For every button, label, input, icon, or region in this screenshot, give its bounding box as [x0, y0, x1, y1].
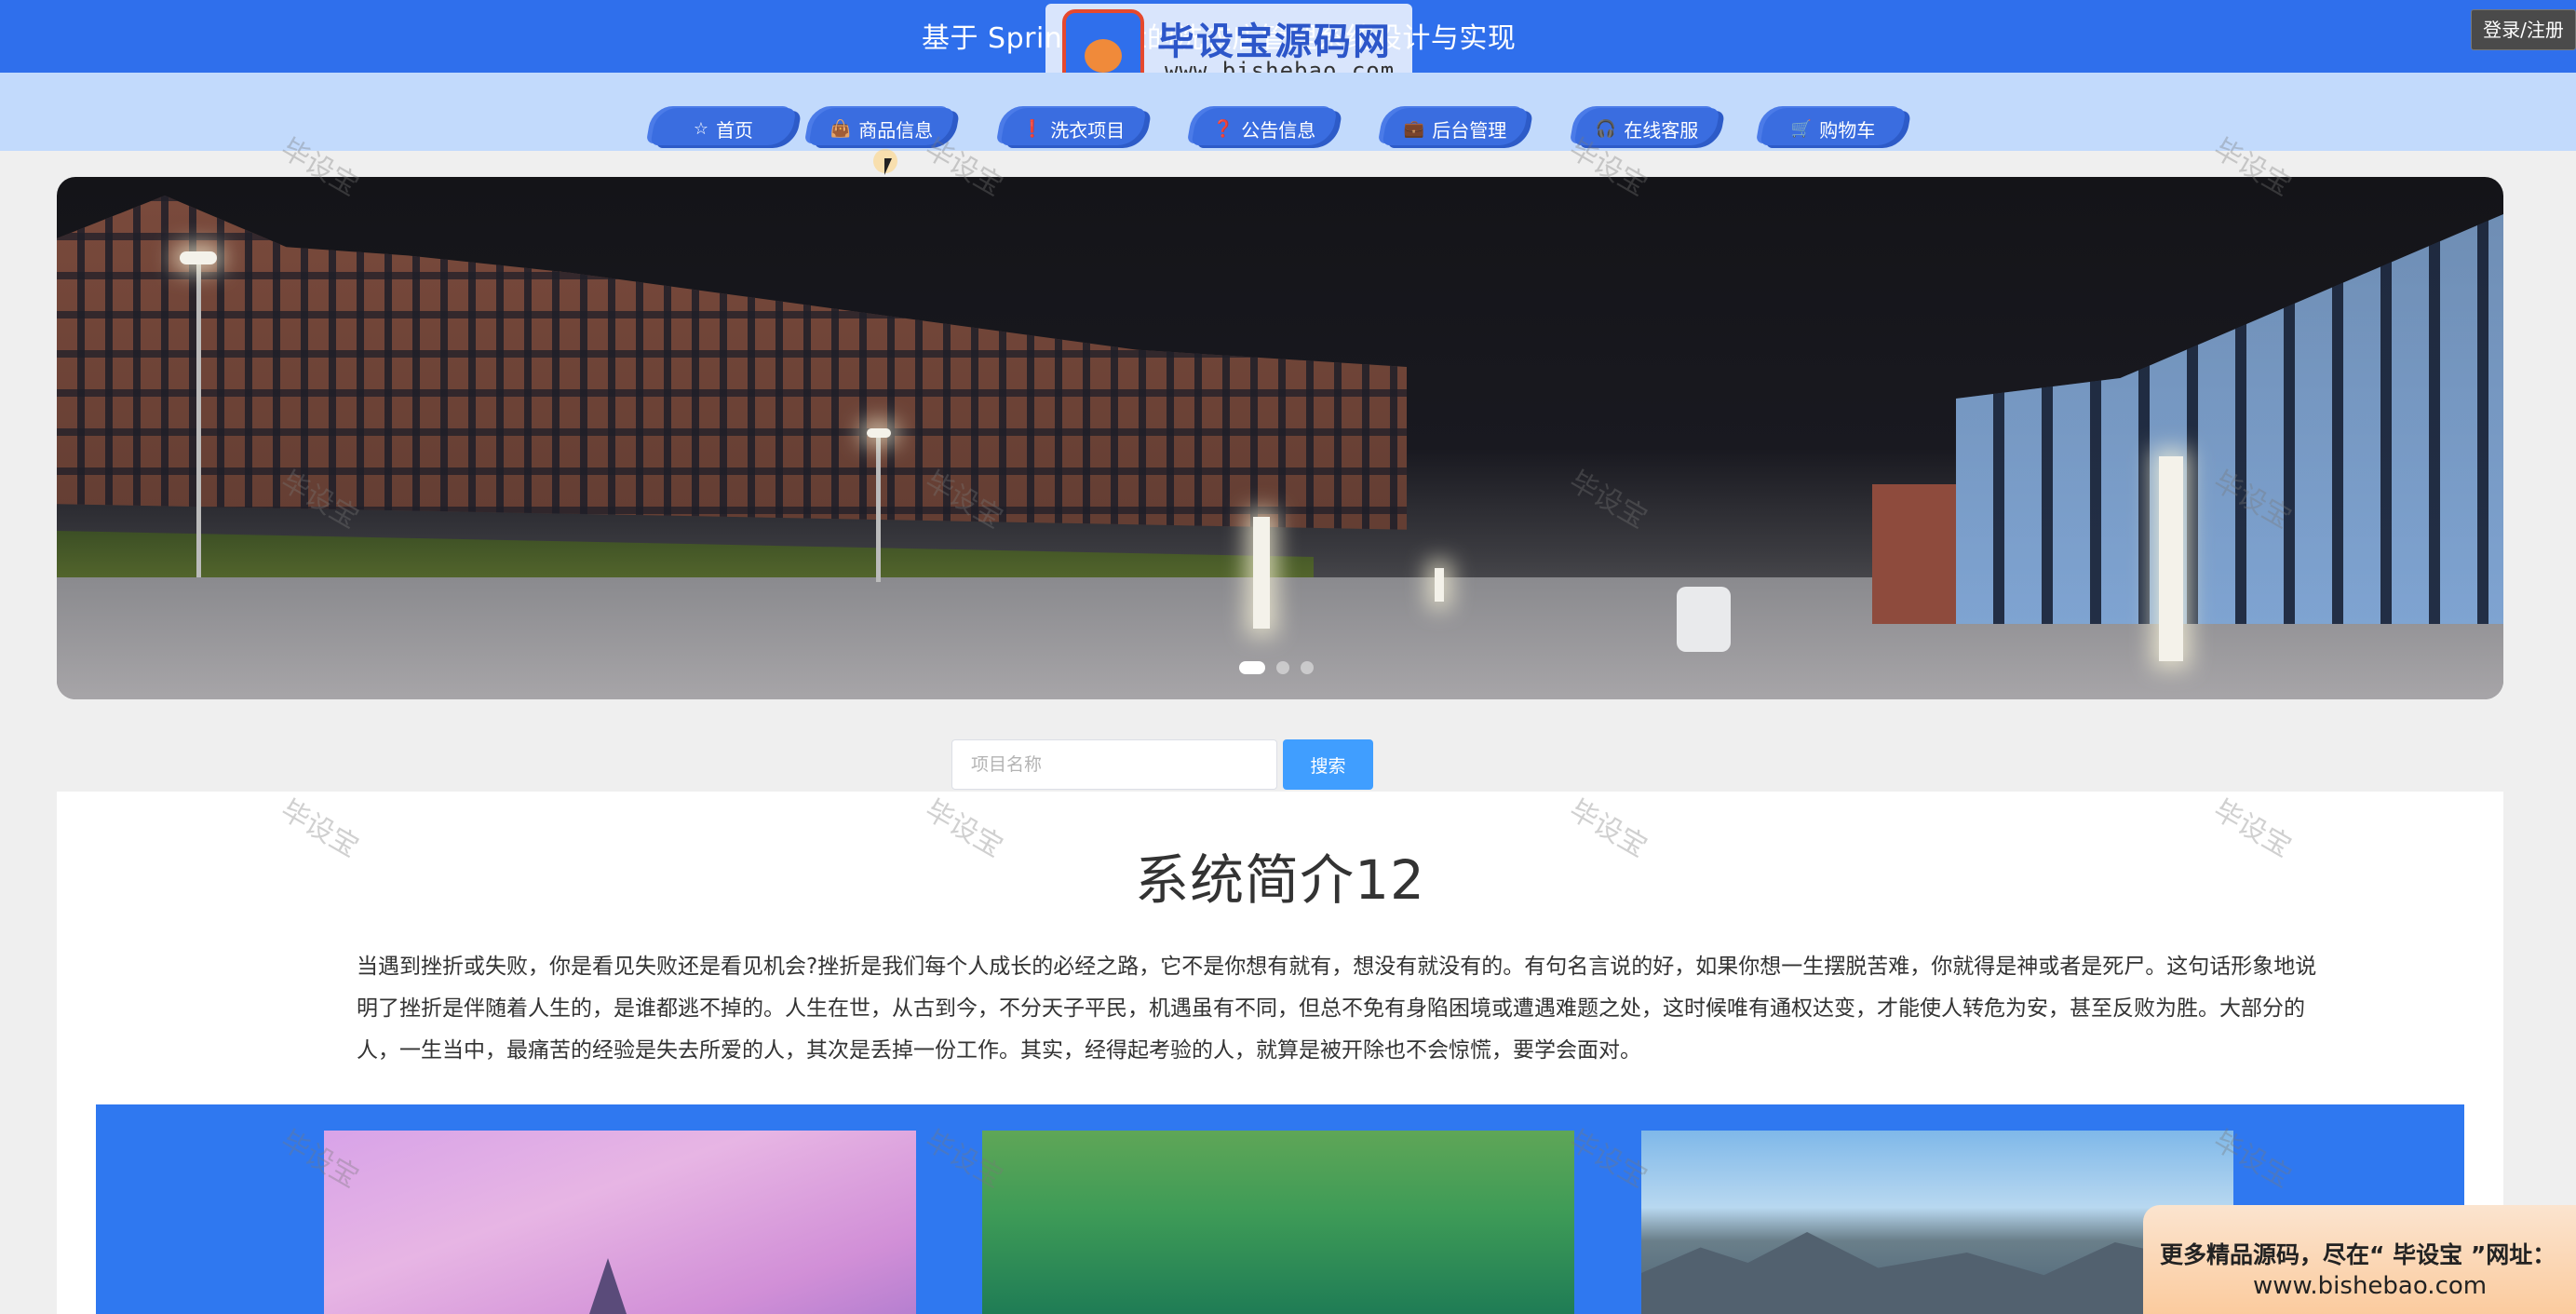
nav-item-label: 首页: [716, 118, 754, 142]
promo-text: 更多精品源码，尽在“ 毕设宝 ”网址：: [2160, 1241, 2556, 1268]
nav-item-label: 公告信息: [1241, 118, 1316, 142]
nav-item-notices[interactable]: ❓ 公告信息: [1191, 101, 1338, 156]
nav-item-products[interactable]: 👜 商品信息: [808, 101, 955, 156]
nav-item-label: 洗衣项目: [1050, 118, 1126, 142]
intro-text: 当遇到挫折或失败，你是看见失败还是看见机会?挫折是我们每个人成长的必经之路，它不…: [357, 955, 2317, 1063]
login-register-button[interactable]: 登录/注册: [2471, 9, 2576, 50]
carousel-dot[interactable]: [1301, 661, 1314, 674]
street-lamp-pole: [876, 433, 881, 582]
cart-icon: 🛒: [1790, 118, 1813, 139]
promo-banner[interactable]: 更多精品源码，尽在“ 毕设宝 ”网址： www.bishebao.com: [2143, 1205, 2576, 1314]
intro-gallery: [96, 1104, 2464, 1314]
nav-item-cart[interactable]: 🛒 购物车: [1760, 101, 1907, 156]
bollard-light: [1435, 568, 1444, 602]
street-lamp-pole: [196, 261, 201, 577]
nav-item-label: 后台管理: [1432, 118, 1507, 142]
nav-item-admin[interactable]: 💼 后台管理: [1382, 101, 1529, 156]
question-icon: ❓: [1212, 118, 1234, 139]
nav-item-label: 商品信息: [858, 118, 934, 142]
carousel-indicators: [1239, 661, 1314, 674]
carousel-dot[interactable]: [1276, 661, 1289, 674]
bag-icon: 👜: [829, 118, 852, 139]
headset-icon: 🎧: [1595, 118, 1617, 139]
street-lamp-light: [180, 251, 217, 264]
star-icon: ☆: [693, 118, 709, 139]
street-lamp-light: [867, 428, 891, 438]
system-intro-section: 系统简介12 当遇到挫折或失败，你是看见失败还是看见机会?挫折是我们每个人成长的…: [57, 792, 2503, 1314]
nav-item-laundry[interactable]: ❗ 洗衣项目: [1000, 101, 1147, 156]
nav-item-home[interactable]: ☆ 首页: [650, 101, 797, 156]
banner-car: [1677, 587, 1731, 652]
banner-glass-building: [1956, 214, 2503, 624]
main-nav: ☆ 首页 👜 商品信息 ❗ 洗衣项目 ❓ 公告信息 💼 后台管理 🎧 在线客服 …: [0, 73, 2576, 151]
promo-url[interactable]: www.bishebao.com: [2253, 1272, 2487, 1300]
nav-item-label: 在线客服: [1624, 118, 1699, 142]
search-input[interactable]: [951, 739, 1277, 790]
gallery-image: [324, 1131, 916, 1314]
search-button[interactable]: 搜索: [1283, 739, 1373, 790]
info-icon: ❗: [1021, 118, 1044, 139]
banner-carousel[interactable]: [57, 177, 2503, 699]
mouse-cursor-icon: [884, 158, 899, 175]
briefcase-icon: 💼: [1403, 118, 1425, 139]
carousel-dot[interactable]: [1239, 661, 1265, 674]
nav-item-support[interactable]: 🎧 在线客服: [1573, 101, 1720, 156]
nav-item-label: 购物车: [1819, 118, 1876, 142]
bollard-light: [1253, 517, 1270, 629]
bollard-light: [2159, 456, 2183, 661]
gallery-image-detail: [589, 1258, 627, 1314]
intro-title: 系统简介12: [1135, 848, 1425, 912]
top-header: 基于 SpringBoot的洗衣店管理系统设计与实现 毕设宝源码网 www.bi…: [0, 0, 2576, 91]
gallery-image: [982, 1131, 1574, 1314]
